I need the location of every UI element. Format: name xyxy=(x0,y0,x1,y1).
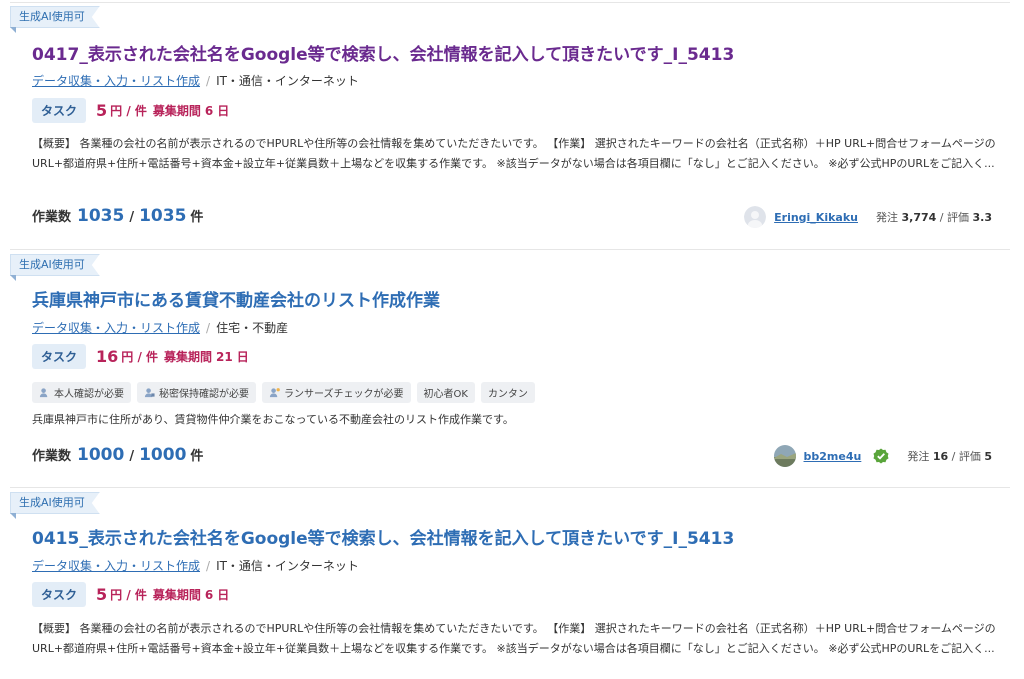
count-done: 1035 xyxy=(77,206,125,226)
rating-value: 5 xyxy=(984,450,992,463)
ai-badge: 生成AI使用可 xyxy=(10,254,100,276)
price-unit: 円 / 件 xyxy=(121,350,159,364)
period-unit: 日 xyxy=(236,350,249,364)
count-slash: / xyxy=(129,210,135,225)
top-divider xyxy=(10,2,1010,3)
period-label: 募集期間 xyxy=(152,588,201,602)
task-type-badge: タスク xyxy=(32,98,87,123)
count-slash: / xyxy=(129,449,135,464)
rating-label: 評価 xyxy=(958,450,981,463)
count-label: 作業数 xyxy=(32,210,72,225)
user-lock-icon xyxy=(144,388,155,398)
ribbon-fold xyxy=(10,27,16,33)
job-title-link[interactable]: 兵庫県神戸市にある賃貸不動産会社のリスト作成作業 xyxy=(32,286,440,311)
price-row: タスク 16 円 / 件 募集期間 21 日 xyxy=(32,344,249,369)
client-name-link[interactable]: bb2me4u xyxy=(804,450,862,463)
period-value: 21 xyxy=(216,349,233,364)
count-unit: 件 xyxy=(190,449,204,464)
verified-badge-icon xyxy=(873,448,889,464)
tag-easy: カンタン xyxy=(480,382,535,403)
price-row: タスク 5 円 / 件 募集期間 6 日 xyxy=(32,582,229,607)
period-value: 6 xyxy=(204,103,214,118)
avatar[interactable] xyxy=(773,445,796,467)
tag-label: 初心者OK xyxy=(423,389,468,400)
job-description: 兵庫県神戸市に住所があり、賃貸物件仲介業をおこなっている不動産会社のリスト作成作… xyxy=(32,413,514,426)
client-stats: 発注 3,774 / 評価 3.3 xyxy=(876,211,993,224)
rating-label: 評価 xyxy=(947,211,969,224)
tag-label: 本人確認が必要 xyxy=(54,389,124,400)
period-unit: 日 xyxy=(217,588,230,602)
category-breadcrumb: データ収集・入力・リスト作成 / IT・通信・インターネット xyxy=(32,557,359,574)
task-type-badge: タスク xyxy=(32,344,87,369)
count-unit: 件 xyxy=(190,210,204,225)
job-card: 生成AI使用可 0417_表示された会社名をGoogle等で検索し、会社情報を記… xyxy=(10,6,1010,248)
client-stats: 発注 16 / 評価 5 xyxy=(907,450,992,463)
requirement-tags: 本人確認が必要 秘密保持確認が必要 ランサーズチェックが必要 初心者OK カンタ… xyxy=(32,382,535,403)
category-link[interactable]: データ収集・入力・リスト作成 xyxy=(32,321,200,335)
ai-badge: 生成AI使用可 xyxy=(10,6,100,28)
orders-label: 発注 xyxy=(876,211,898,224)
tag-label: ランサーズチェックが必要 xyxy=(284,389,404,400)
user-badge-icon xyxy=(269,388,280,398)
orders-count: 16 xyxy=(932,450,949,463)
breadcrumb-separator: / xyxy=(206,74,211,88)
job-description: 【概要】 各業種の会社の名前が表示されるのでHPURLや住所等の会社情報を集めて… xyxy=(32,622,996,655)
client-name-link[interactable]: Eringi_Kikaku xyxy=(774,211,858,224)
count-total: 1035 xyxy=(139,206,187,226)
job-title-link[interactable]: 0417_表示された会社名をGoogle等で検索し、会社情報を記入して頂きたいで… xyxy=(32,40,734,65)
category-link[interactable]: データ収集・入力・リスト作成 xyxy=(32,74,200,88)
orders-count: 3,774 xyxy=(901,211,937,224)
job-card: 生成AI使用可 兵庫県神戸市にある賃貸不動産会社のリスト作成作業 データ収集・入… xyxy=(10,254,1010,486)
breadcrumb-separator: / xyxy=(206,321,211,335)
tag-label: カンタン xyxy=(487,389,528,400)
rating-value: 3.3 xyxy=(972,211,993,224)
job-title-link[interactable]: 0415_表示された会社名をGoogle等で検索し、会社情報を記入して頂きたいで… xyxy=(32,524,734,549)
ribbon-fold xyxy=(10,275,16,281)
period-unit: 日 xyxy=(217,104,230,118)
category-breadcrumb: データ収集・入力・リスト作成 / 住宅・不動産 xyxy=(32,319,288,336)
task-type-badge: タスク xyxy=(32,582,87,607)
price-unit: 円 / 件 xyxy=(110,104,147,118)
count-done: 1000 xyxy=(77,445,125,465)
card-divider xyxy=(10,487,1010,488)
tag-beginner-ok: 初心者OK xyxy=(416,382,475,403)
orders-label: 発注 xyxy=(907,450,930,463)
count-label: 作業数 xyxy=(32,449,72,464)
tag-lancers-check: ランサーズチェックが必要 xyxy=(262,382,411,403)
work-count: 作業数 1000 / 1000 件 xyxy=(32,445,203,465)
tag-nda: 秘密保持確認が必要 xyxy=(137,382,256,403)
price-unit: 円 / 件 xyxy=(110,588,147,602)
card-divider xyxy=(10,249,1010,250)
subcategory-label: 住宅・不動産 xyxy=(216,321,289,335)
price-value: 5 xyxy=(96,585,108,604)
tag-identity-verification: 本人確認が必要 xyxy=(32,382,131,403)
ribbon-fold xyxy=(10,513,16,519)
job-description: 【概要】 各業種の会社の名前が表示されるのでHPURLや住所等の会社情報を集めて… xyxy=(32,137,996,170)
period-value: 6 xyxy=(204,587,214,602)
avatar[interactable] xyxy=(744,206,767,228)
user-check-icon xyxy=(39,388,48,398)
category-breadcrumb: データ収集・入力・リスト作成 / IT・通信・インターネット xyxy=(32,72,359,89)
category-link[interactable]: データ収集・入力・リスト作成 xyxy=(32,559,200,573)
client-info: bb2me4u 発注 16 / 評価 5 xyxy=(773,445,992,467)
breadcrumb-separator: / xyxy=(206,559,211,573)
work-count: 作業数 1035 / 1035 件 xyxy=(32,206,203,226)
period-label: 募集期間 xyxy=(152,104,201,118)
job-card: 生成AI使用可 0415_表示された会社名をGoogle等で検索し、会社情報を記… xyxy=(10,492,1010,679)
subcategory-label: IT・通信・インターネット xyxy=(216,559,359,573)
count-total: 1000 xyxy=(139,445,187,465)
subcategory-label: IT・通信・インターネット xyxy=(216,74,359,88)
ai-badge: 生成AI使用可 xyxy=(10,492,100,514)
tag-label: 秘密保持確認が必要 xyxy=(159,389,249,400)
client-info: Eringi_Kikaku 発注 3,774 / 評価 3.3 xyxy=(744,206,992,228)
period-label: 募集期間 xyxy=(164,350,213,364)
price-value: 16 xyxy=(96,347,119,366)
price-row: タスク 5 円 / 件 募集期間 6 日 xyxy=(32,98,229,123)
price-value: 5 xyxy=(96,101,108,120)
